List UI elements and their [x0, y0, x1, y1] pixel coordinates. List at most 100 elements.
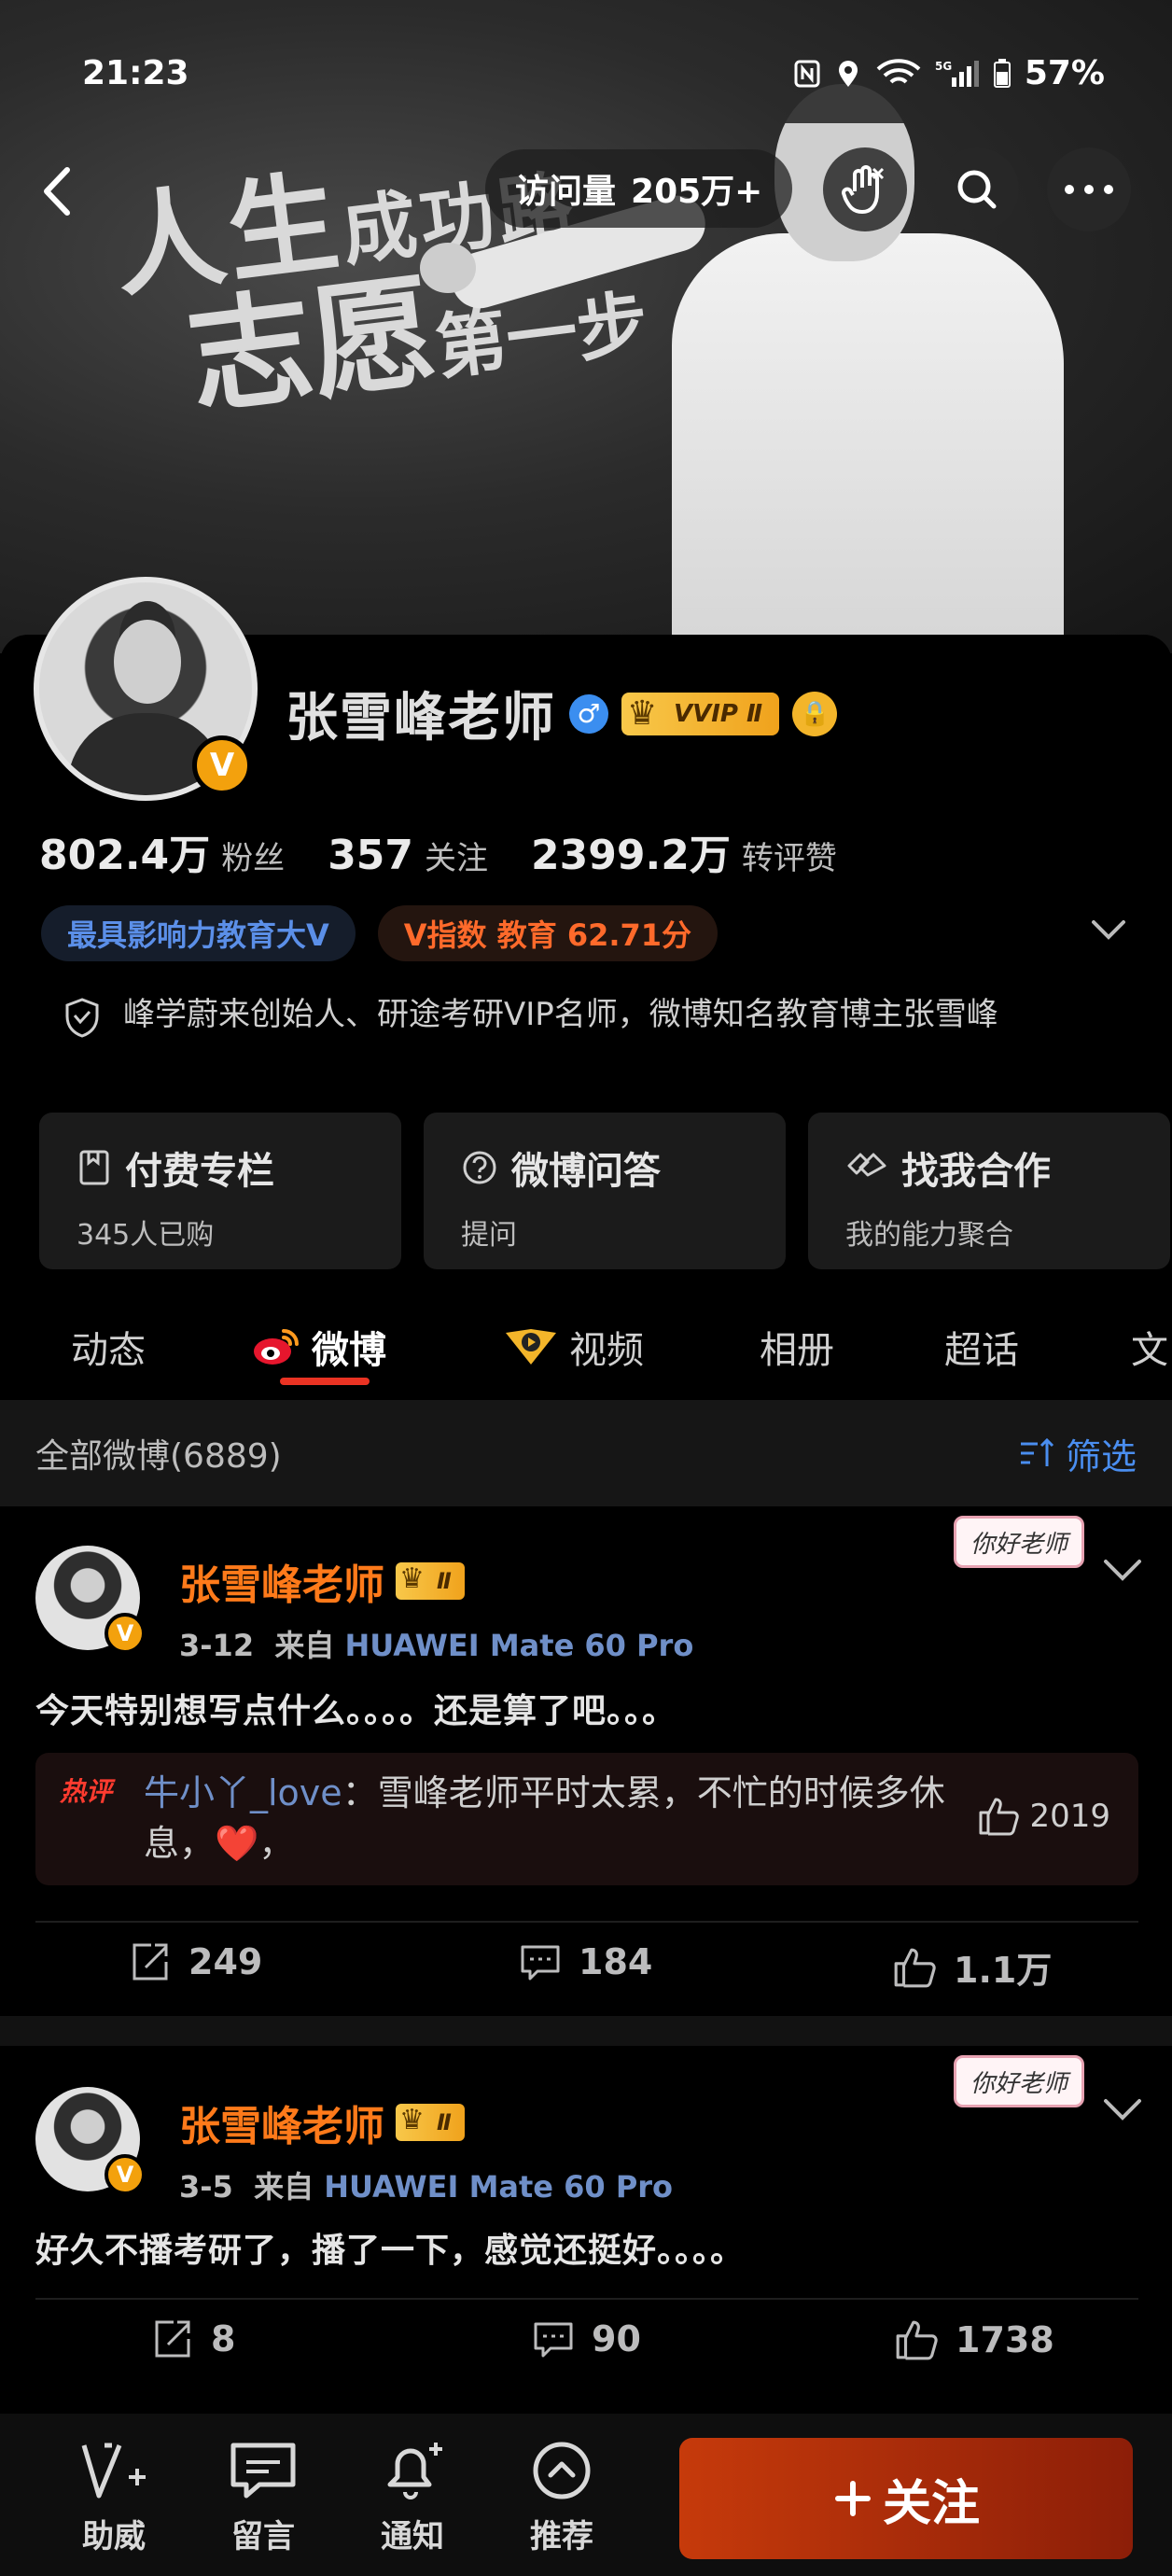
- hot-comment-like[interactable]: 2019: [977, 1796, 1110, 1837]
- stat-followers[interactable]: 802.4万 粉丝: [39, 821, 285, 881]
- post-text: 今天特别想写点什么。。。。还是算了吧。。。: [35, 1692, 677, 1730]
- post-device[interactable]: HUAWEI Mate 60 Pro: [324, 2169, 673, 2205]
- profile-stats: 802.4万 粉丝 357 关注 2399.2万 转评赞: [39, 821, 837, 881]
- service-cards: 付费专栏 345人已购 微博问答 提问 找我合作 我的能力聚合: [39, 1113, 1170, 1269]
- tab-album[interactable]: 相册: [760, 1320, 834, 1374]
- post-avatar[interactable]: V: [35, 2087, 146, 2195]
- filter-button[interactable]: 筛选: [1019, 1428, 1137, 1479]
- vvip-badge[interactable]: ♛ VVIP Ⅱ: [621, 692, 780, 735]
- card-paid-column[interactable]: 付费专栏 345人已购: [39, 1113, 401, 1269]
- repost-icon: [133, 1943, 168, 1981]
- crown-icon: ♛: [627, 693, 658, 733]
- tab-articles[interactable]: 文: [1131, 1320, 1168, 1374]
- more-icon: [1065, 185, 1113, 194]
- battery-percent: 57%: [1024, 54, 1105, 92]
- filter-bar: 全部微博(6889) 筛选: [0, 1400, 1172, 1506]
- influence-tag[interactable]: 最具影响力教育大V: [41, 905, 356, 961]
- vip-badge: ♛ Ⅱ: [396, 1562, 465, 1600]
- stat-following[interactable]: 357 关注: [328, 832, 488, 879]
- shield-icon: [65, 998, 99, 1038]
- post-avatar[interactable]: V: [35, 1546, 146, 1654]
- comment-button[interactable]: 90: [532, 2318, 641, 2359]
- profile-tags: 最具影响力教育大V V指数 教育 62.71分: [41, 905, 719, 961]
- repost-button[interactable]: 8: [151, 2318, 235, 2359]
- vip-badge: ♛ Ⅱ: [396, 2104, 465, 2141]
- post-card[interactable]: V 张雪峰老师 ♛ Ⅱ 3-5 来自 HUAWEI Mate 60 Pro 你好老…: [0, 2046, 1172, 2414]
- post-actions: 249 184 1.1万: [0, 1941, 1172, 2016]
- post-separator: [0, 2016, 1172, 2046]
- recommend-button[interactable]: 推荐: [506, 2440, 618, 2556]
- visits-label: 访问量: [515, 173, 617, 211]
- lock-badge-icon[interactable]: 🔒: [792, 691, 838, 736]
- location-icon: [838, 60, 858, 87]
- crown-icon: ♛: [399, 2104, 425, 2136]
- crown-icon: ♛: [399, 1562, 425, 1595]
- gender-male-icon: ♂: [569, 693, 608, 734]
- verified-badge: V: [192, 735, 252, 795]
- cheer-icon: [81, 2443, 146, 2499]
- like-button[interactable]: 1738: [894, 2318, 1054, 2361]
- post-author[interactable]: 张雪峰老师 ♛ Ⅱ: [179, 1551, 465, 1611]
- video-icon: [506, 1329, 556, 1365]
- repost-button[interactable]: 249: [129, 1941, 262, 1982]
- post-meta: 3-5 来自 HUAWEI Mate 60 Pro: [179, 2169, 674, 2205]
- up-circle-icon: [533, 2442, 591, 2499]
- expand-chevron-icon[interactable]: [1090, 915, 1127, 943]
- filter-icon: [1020, 1437, 1054, 1466]
- comment-button[interactable]: 184: [519, 1941, 652, 1982]
- more-button[interactable]: [1047, 147, 1131, 231]
- plus-icon: [834, 2481, 871, 2516]
- comment-icon: [534, 2322, 573, 2358]
- divider: [35, 1921, 1138, 1923]
- back-icon[interactable]: [28, 159, 84, 224]
- follow-button[interactable]: 关注: [679, 2438, 1133, 2559]
- post-text: 好久不播考研了，播了一下，感觉还挺好。。。。: [35, 2232, 746, 2270]
- gesture-button[interactable]: [823, 147, 907, 231]
- v-index-tag[interactable]: V指数 教育 62.71分: [377, 905, 719, 961]
- message-button[interactable]: 留言: [207, 2440, 319, 2556]
- post-menu-chevron-icon[interactable]: [1101, 2093, 1144, 2124]
- thumb-up-icon: [894, 1948, 936, 1987]
- status-bar: 21:23 5G 57%: [0, 54, 1172, 101]
- name-row: 张雪峰老师 ♂ ♛ VVIP Ⅱ 🔒: [286, 676, 838, 751]
- tab-feed[interactable]: 动态: [71, 1320, 146, 1374]
- hot-comment-text: 牛小丫_love：雪峰老师平时太累，不忙的时候多休息，❤️，: [144, 1772, 945, 1864]
- stat-interactions[interactable]: 2399.2万 转评赞: [531, 821, 837, 881]
- tab-video[interactable]: 视频: [502, 1320, 644, 1374]
- svg-text:5G: 5G: [935, 60, 952, 73]
- tab-weibo[interactable]: 微博: [250, 1320, 386, 1374]
- status-time: 21:23: [82, 54, 189, 92]
- post-actions: 8 90 1738: [0, 2318, 1172, 2393]
- card-qa[interactable]: 微博问答 提问: [424, 1113, 786, 1269]
- message-icon: [230, 2443, 296, 2499]
- hot-comment[interactable]: 热评 牛小丫_love：雪峰老师平时太累，不忙的时候多休息，❤️， 2019: [35, 1753, 1138, 1885]
- weibo-logo-icon: [254, 1329, 299, 1365]
- post-card[interactable]: V 张雪峰老师 ♛ Ⅱ 3-12 来自 HUAWEI Mate 60 Pro 你好…: [0, 1506, 1172, 2016]
- handshake-icon: [847, 1153, 886, 1177]
- weibo-count: 全部微博(6889): [35, 1437, 282, 1476]
- tab-topics[interactable]: 超话: [944, 1320, 1019, 1374]
- profile-tabs: 动态 微博 视频 相册 超话 文: [0, 1307, 1172, 1400]
- post-author[interactable]: 张雪峰老师 ♛ Ⅱ: [179, 2093, 465, 2152]
- visits-pill[interactable]: 访问量 205万+: [485, 149, 793, 228]
- verified-badge: V: [105, 1613, 146, 1654]
- thumb-up-icon: [979, 1798, 1020, 1836]
- notify-button[interactable]: 通知: [356, 2440, 468, 2556]
- card-cooperate[interactable]: 找我合作 我的能力聚合: [808, 1113, 1170, 1269]
- hello-teacher-sticker: 你好老师: [954, 1516, 1084, 1568]
- wifi-icon: [876, 58, 921, 84]
- verified-badge: V: [105, 2154, 146, 2195]
- comment-icon: [521, 1945, 560, 1981]
- search-icon: [957, 170, 997, 209]
- profile-intro: 峰学蔚来创始人、研途考研VIP名师，微博知名教育博主张雪峰: [63, 991, 1090, 1038]
- post-menu-chevron-icon[interactable]: [1101, 1553, 1144, 1585]
- post-meta: 3-12 来自 HUAWEI Mate 60 Pro: [179, 1628, 694, 1663]
- post-device[interactable]: HUAWEI Mate 60 Pro: [345, 1628, 694, 1663]
- like-button[interactable]: 1.1万: [892, 1941, 1052, 1993]
- search-button[interactable]: [935, 147, 1019, 231]
- hot-comment-user[interactable]: 牛小丫_love: [144, 1772, 342, 1813]
- hot-label: 热评: [60, 1776, 113, 1807]
- question-icon: [463, 1151, 496, 1184]
- visits-value: 205万+: [631, 173, 763, 211]
- cheer-button[interactable]: 助威: [58, 2440, 170, 2556]
